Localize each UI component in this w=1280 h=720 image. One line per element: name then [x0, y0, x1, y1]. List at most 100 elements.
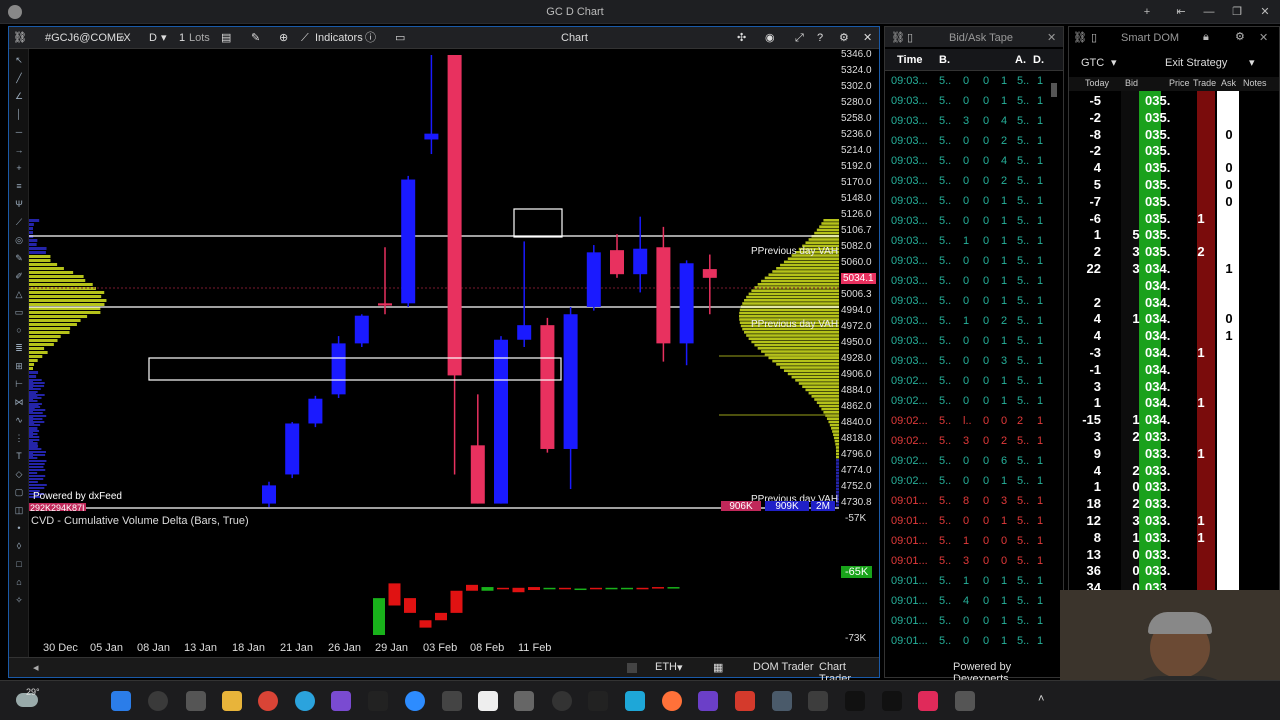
triangle-tool-icon[interactable]: △ [13, 289, 25, 299]
dom-row[interactable]: 1 0 033. [1075, 479, 1265, 496]
app-icon[interactable] [625, 691, 645, 711]
cross-tool-icon[interactable]: + [13, 163, 25, 173]
dom-row[interactable]: 13 0 033. [1075, 547, 1265, 564]
col-a[interactable]: A. [1015, 54, 1026, 66]
channel-tool-icon[interactable]: ≡ [13, 181, 25, 191]
scrollbar-thumb[interactable] [627, 663, 637, 673]
dom-row[interactable]: 3 034. [1075, 379, 1265, 396]
dom-row[interactable]: 36 0 033. [1075, 563, 1265, 580]
dom-trader-button[interactable]: DOM Trader [753, 661, 814, 673]
col-b[interactable]: B. [939, 54, 950, 66]
pin-icon[interactable]: ⇤ [1174, 5, 1188, 19]
dom-row[interactable]: 4 034. 1 [1075, 328, 1265, 345]
app-icon[interactable] [808, 691, 828, 711]
dom-row[interactable]: -15 1 034. [1075, 412, 1265, 429]
plus-icon[interactable]: + [1140, 5, 1154, 19]
expand-icon[interactable]: ⤢ [795, 31, 804, 45]
template-icon[interactable]: ▭ [395, 31, 405, 45]
close-icon[interactable]: ✕ [863, 31, 872, 45]
start-icon[interactable] [111, 691, 131, 711]
draw-icon[interactable]: ✎ [251, 31, 260, 45]
gear-icon[interactable]: ⚙ [1235, 30, 1245, 43]
dom-row[interactable]: 1 034. 1 [1075, 395, 1265, 412]
dom-row[interactable]: 4 2 033. [1075, 463, 1265, 480]
arrow-tool-icon[interactable]: → [13, 145, 25, 155]
link-icon[interactable]: ⛓ [1073, 31, 1087, 44]
close-icon[interactable]: ✕ [1047, 31, 1056, 44]
phone-icon[interactable]: ▯ [1091, 31, 1097, 44]
lock-icon[interactable]: 🔒︎ [1203, 31, 1209, 44]
dom-row[interactable]: -6 035. 1 [1075, 211, 1265, 228]
dom-row[interactable]: 22 3 034. 1 [1075, 261, 1265, 278]
crosshair-icon[interactable]: ✣ [737, 31, 746, 45]
indicators-icon[interactable]: ⟋ [301, 31, 309, 45]
price-axis[interactable]: 5346.0 5324.0 5302.0 5280.0 5258.0 5236.0 5214… [839, 49, 879, 511]
circle-tool-icon[interactable]: ○ [13, 325, 25, 335]
chart-type-icon[interactable]: ▤ [221, 31, 231, 45]
app-icon[interactable] [955, 691, 975, 711]
angle-tool-icon[interactable]: ∠ [13, 91, 25, 101]
chevron-down-icon[interactable]: ▾ [1111, 56, 1117, 69]
line-tool-icon[interactable]: ╱ [13, 73, 25, 83]
app-icon[interactable] [772, 691, 792, 711]
close-icon[interactable]: ✕ [1259, 31, 1268, 44]
dom-row[interactable]: -8 035. 0 [1075, 127, 1265, 144]
dom-row[interactable]: -2 035. [1075, 110, 1265, 127]
scroll-left-icon[interactable]: ◂ [33, 661, 39, 674]
dom-row[interactable]: 2 034. [1075, 295, 1265, 312]
telegram-icon[interactable] [295, 691, 315, 711]
dom-row[interactable]: 8 1 033. 1 [1075, 530, 1265, 547]
pen-tool-icon[interactable]: ✎ [13, 253, 25, 263]
tiktok-icon[interactable] [882, 691, 902, 711]
wave-tool-icon[interactable]: ∿ [13, 415, 25, 425]
link-icon[interactable]: ⛓ [891, 31, 905, 44]
chevron-down-icon[interactable]: ▾ [1249, 56, 1255, 69]
measure-tool-icon[interactable]: ⊢ [13, 379, 25, 389]
symbol-field[interactable]: #GCJ6@COMEX [45, 31, 131, 45]
ray-tool-icon[interactable]: ⟋ [13, 217, 25, 227]
app-icon[interactable] [588, 691, 608, 711]
col-notes[interactable]: Notes [1243, 78, 1267, 88]
diamond-tool-icon[interactable]: ◊ [13, 541, 25, 551]
gann-tool-icon[interactable]: ⊞ [13, 361, 25, 371]
target-tool-icon[interactable]: ◎ [13, 235, 25, 245]
tradingview-icon[interactable] [845, 691, 865, 711]
close-button[interactable]: ✕ [1258, 5, 1272, 19]
chevron-up-icon[interactable]: ˄ [1038, 693, 1044, 705]
col-trade[interactable]: Trade [1193, 78, 1216, 88]
zoom-icon[interactable]: ⊕ [279, 31, 288, 45]
tape-scrollbar[interactable] [1051, 83, 1057, 97]
dom-row[interactable]: 3 2 033. [1075, 429, 1265, 446]
cursor-icon[interactable]: ↖ [13, 55, 25, 65]
chevron-down-icon[interactable]: ▾ [677, 661, 683, 674]
dom-row[interactable]: 4 035. 0 [1075, 160, 1265, 177]
dot-tool-icon[interactable]: • [13, 523, 25, 533]
text-tool-icon[interactable]: T [13, 451, 25, 461]
phone-icon[interactable]: ▯ [907, 31, 913, 44]
dom-row[interactable]: 034. [1075, 278, 1265, 295]
dom-row[interactable]: 4 1 034. 0 [1075, 311, 1265, 328]
col-ask[interactable]: Ask [1221, 78, 1236, 88]
firefox-icon[interactable] [662, 691, 682, 711]
hline-tool-icon[interactable]: ─ [13, 127, 25, 137]
app-icon[interactable] [442, 691, 462, 711]
pdf-icon[interactable] [735, 691, 755, 711]
pattern-tool-icon[interactable]: ⋈ [13, 397, 25, 407]
dom-row[interactable]: -2 035. [1075, 143, 1265, 160]
dom-row[interactable]: -3 034. 1 [1075, 345, 1265, 362]
col-time[interactable]: Time [897, 54, 922, 66]
search-icon[interactable] [148, 691, 168, 711]
dom-row[interactable]: -7 035. 0 [1075, 194, 1265, 211]
file-explorer-icon[interactable] [222, 691, 242, 711]
search-icon[interactable]: ⌕ [119, 31, 125, 45]
fib-tool-icon[interactable]: ≣ [13, 343, 25, 353]
rect-tool-icon[interactable]: ▭ [13, 307, 25, 317]
info-icon[interactable]: ⓘ [365, 31, 376, 45]
gear-icon[interactable]: ⚙ [839, 31, 849, 45]
capcut-icon[interactable] [368, 691, 388, 711]
notepad-icon[interactable] [478, 691, 498, 711]
dom-row[interactable]: 1 5 035. [1075, 227, 1265, 244]
col-d[interactable]: D. [1033, 54, 1044, 66]
comment-tool-icon[interactable]: ◫ [13, 505, 25, 515]
brush-tool-icon[interactable]: ✐ [13, 271, 25, 281]
